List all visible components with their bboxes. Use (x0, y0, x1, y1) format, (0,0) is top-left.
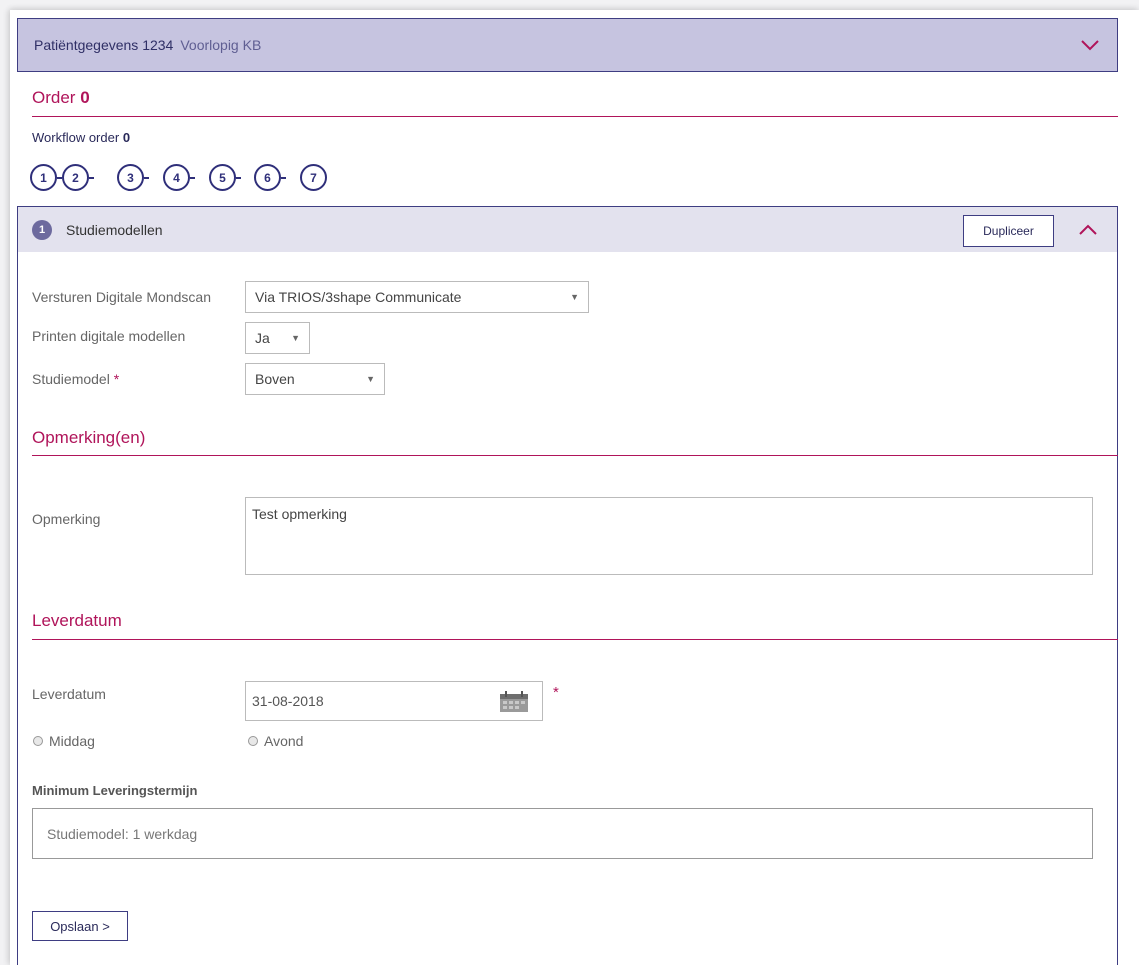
patient-bar[interactable]: Patiëntgegevens 1234 Voorlopig KB (17, 18, 1118, 72)
workflow-step-5[interactable]: 5 (209, 164, 236, 191)
patient-title: Patiëntgegevens 1234 (34, 37, 174, 53)
mondscan-select[interactable]: Via TRIOS/3shape Communicate ▼ (245, 281, 589, 313)
radio-avond-label: Avond (264, 733, 304, 749)
radio-middag-label: Middag (49, 733, 95, 749)
workflow-step-1[interactable]: 1 (30, 164, 57, 191)
duplicate-button[interactable]: Dupliceer (963, 215, 1054, 247)
radio-button-icon[interactable] (33, 736, 43, 746)
printen-value: Ja (255, 330, 270, 346)
workflow-label: Workflow order 0 (32, 130, 130, 145)
radio-middag[interactable]: Middag (33, 733, 95, 749)
opmerking-section-title: Opmerking(en) (32, 428, 146, 447)
minimum-value: Studiemodel: 1 werkdag (47, 825, 198, 842)
opmerking-textarea[interactable]: Test opmerking (245, 497, 1093, 575)
radio-avond[interactable]: Avond (248, 733, 303, 749)
minimum-box: Studiemodel: 1 werkdag (32, 808, 1093, 859)
order-label: Order (32, 88, 76, 107)
dropdown-arrow-icon: ▼ (366, 374, 375, 384)
workflow-steps: 1 2 3 4 5 6 7 (20, 164, 330, 192)
step-connector (236, 177, 241, 179)
step-connector (281, 177, 286, 179)
divider (32, 116, 1118, 117)
required-marker: * (553, 684, 559, 701)
studiemodel-label: Studiemodel * (32, 371, 119, 387)
mondscan-label: Versturen Digitale Mondscan (32, 289, 211, 305)
mondscan-value: Via TRIOS/3shape Communicate (255, 289, 462, 305)
studiemodel-value: Boven (255, 371, 295, 387)
section-title: Studiemodellen (66, 221, 163, 238)
leverdatum-input[interactable]: 31-08-2018 (245, 681, 543, 721)
printen-label: Printen digitale modellen (32, 328, 186, 344)
printen-select[interactable]: Ja ▼ (245, 322, 310, 354)
workflow-step-3[interactable]: 3 (117, 164, 144, 191)
workflow-step-6[interactable]: 6 (254, 164, 281, 191)
divider (32, 455, 1118, 456)
radio-button-icon[interactable] (248, 736, 258, 746)
order-number: 0 (80, 88, 90, 107)
workflow-step-2[interactable]: 2 (62, 164, 89, 191)
leverdatum-label: Leverdatum (32, 686, 106, 702)
chevron-up-icon[interactable] (1077, 219, 1099, 241)
section-header[interactable]: 1 Studiemodellen Dupliceer (18, 207, 1117, 252)
minimum-label: Minimum Leveringstermijn (32, 783, 198, 798)
leverdatum-section-title: Leverdatum (32, 611, 122, 630)
workflow-number: 0 (122, 130, 131, 145)
workflow-step-7[interactable]: 7 (300, 164, 327, 191)
studiemodel-select[interactable]: Boven ▼ (245, 363, 385, 395)
dropdown-arrow-icon: ▼ (570, 292, 579, 302)
patient-subtitle: Voorlopig KB (180, 37, 262, 53)
dropdown-arrow-icon: ▼ (291, 333, 300, 343)
order-title: Order 0 (32, 88, 90, 108)
save-button[interactable]: Opslaan > (32, 911, 128, 941)
studiemodel-label-text: Studiemodel (32, 371, 110, 387)
workflow-step-4[interactable]: 4 (163, 164, 190, 191)
required-marker: * (113, 371, 120, 387)
step-connector (190, 177, 195, 179)
leverdatum-value: 31-08-2018 (252, 693, 324, 709)
step-badge: 1 (32, 219, 52, 240)
divider (32, 639, 1118, 640)
opmerking-label: Opmerking (32, 511, 101, 527)
chevron-down-icon[interactable] (1079, 34, 1101, 56)
calendar-icon[interactable] (499, 691, 529, 713)
step-connector (89, 177, 94, 179)
step-connector (144, 177, 149, 179)
workflow-label-text: Workflow order (32, 130, 120, 145)
